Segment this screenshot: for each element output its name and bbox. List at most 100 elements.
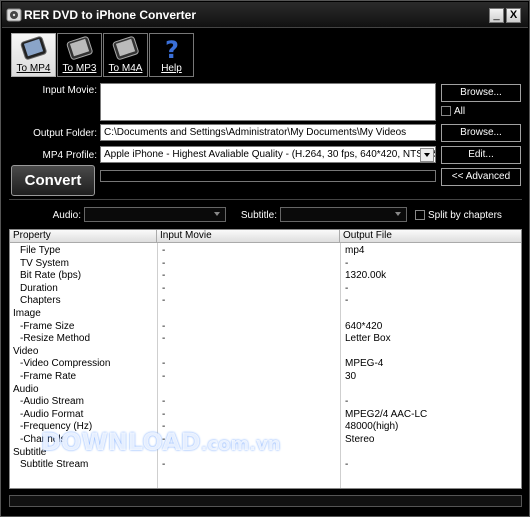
subtitle-select[interactable] xyxy=(280,207,407,222)
cell-output: MPEG-4 xyxy=(345,358,384,370)
cell-input: - xyxy=(162,320,166,332)
cell-property: Chapters xyxy=(20,295,61,307)
cell-output: 48000(high) xyxy=(345,421,399,433)
profile-value: Apple iPhone - Highest Avaliable Quality… xyxy=(104,149,435,160)
chevron-down-icon[interactable] xyxy=(212,209,224,220)
cell-input: - xyxy=(162,333,166,345)
column-header-output[interactable]: Output File xyxy=(340,230,521,243)
cell-property: -Frame Rate xyxy=(20,371,77,382)
browse-input-button[interactable]: Browse... xyxy=(441,84,521,102)
cell-property: Image xyxy=(13,308,41,319)
app-window: RER DVD to iPhone Converter _ X To MP4 T… xyxy=(0,0,530,517)
cell-input: - xyxy=(162,408,166,420)
input-movie-label: Input Movie: xyxy=(42,85,97,96)
table-row[interactable]: -Video Compression - MPEG-4 xyxy=(10,358,521,371)
iphone-icon xyxy=(112,36,139,60)
cell-input: - xyxy=(162,257,166,269)
cell-property: Bit Rate (bps) xyxy=(20,270,82,282)
cell-output: mp4 xyxy=(345,245,365,256)
tool-to-mp3[interactable]: To MP3 xyxy=(57,33,102,77)
audio-select[interactable] xyxy=(84,207,226,222)
table-row[interactable]: Duration - - xyxy=(10,283,521,296)
subtitle-label: Subtitle: xyxy=(240,210,277,221)
cell-property: TV System xyxy=(20,257,69,269)
table-row[interactable]: Audio xyxy=(10,384,521,397)
cell-output: - xyxy=(345,257,349,269)
divider xyxy=(9,199,522,200)
cell-input: - xyxy=(162,245,166,256)
cell-output: Stereo xyxy=(345,434,375,445)
cell-output: - xyxy=(345,282,349,294)
cell-property: Video xyxy=(13,345,39,357)
table-row[interactable]: Bit Rate (bps) - 1320.00k xyxy=(10,270,521,283)
tool-label: To MP4 xyxy=(16,63,51,74)
window-title: RER DVD to iPhone Converter xyxy=(24,8,197,22)
watermark: DOWNLOAD.com.vn xyxy=(41,428,281,456)
profile-label: MP4 Profile: xyxy=(42,150,97,161)
output-folder-label: Output Folder: xyxy=(33,128,97,139)
tool-label: To MP3 xyxy=(62,63,97,74)
minimize-button[interactable]: _ xyxy=(489,8,504,23)
browse-output-button[interactable]: Browse... xyxy=(441,124,521,142)
cell-input: - xyxy=(162,295,166,307)
column-header-input[interactable]: Input Movie xyxy=(157,230,340,243)
table-row[interactable]: TV System - - xyxy=(10,258,521,271)
tool-to-m4a[interactable]: To M4A xyxy=(103,33,148,77)
cell-property: File Type xyxy=(20,245,61,256)
cell-input: - xyxy=(162,282,166,294)
cell-property: Audio xyxy=(13,383,39,395)
input-movie-field[interactable] xyxy=(100,83,436,121)
cell-input: - xyxy=(162,358,166,370)
split-chapters-label: Split by chapters xyxy=(428,210,502,221)
tool-to-mp4[interactable]: To MP4 xyxy=(11,33,56,77)
cell-input: - xyxy=(162,270,166,282)
table-row[interactable]: Chapters - - xyxy=(10,295,521,308)
close-button[interactable]: X xyxy=(506,8,521,23)
cell-input: - xyxy=(162,396,166,408)
table-row[interactable]: Video xyxy=(10,346,521,359)
table-row[interactable]: -Audio Stream - - xyxy=(10,396,521,409)
cell-output: - xyxy=(345,295,349,307)
table-header: Property Input Movie Output File xyxy=(10,230,521,243)
table-row[interactable]: -Frame Size - 640*420 xyxy=(10,321,521,334)
cell-property: -Audio Stream xyxy=(20,396,84,408)
cell-output: 1320.00k xyxy=(345,270,387,282)
column-header-property[interactable]: Property xyxy=(10,230,157,243)
cell-property: Duration xyxy=(20,282,58,294)
table-row[interactable]: -Frame Rate - 30 xyxy=(10,371,521,384)
tool-label: Help xyxy=(161,63,182,74)
cell-property: -Frame Size xyxy=(20,320,75,332)
chevron-down-icon[interactable] xyxy=(393,209,405,220)
all-label: All xyxy=(454,106,466,117)
table-row[interactable]: -Audio Format - MPEG2/4 AAC-LC xyxy=(10,409,521,422)
table-row[interactable]: -Resize Method - Letter Box xyxy=(10,333,521,346)
iphone-icon xyxy=(66,36,93,60)
table-row[interactable]: Image xyxy=(10,308,521,321)
advanced-button[interactable]: << Advanced xyxy=(441,168,521,186)
table-row[interactable]: File Type - mp4 xyxy=(10,245,521,258)
cell-property: -Video Compression xyxy=(20,358,111,370)
watermark-suffix: .com.vn xyxy=(200,434,281,455)
iphone-icon xyxy=(20,36,47,60)
convert-button[interactable]: Convert xyxy=(11,165,95,196)
svg-text:?: ? xyxy=(165,36,179,62)
table-row[interactable]: Subtitle Stream - - xyxy=(10,459,521,472)
cell-output: - xyxy=(345,459,349,471)
split-chapters-checkbox[interactable] xyxy=(415,210,425,220)
progress-bar xyxy=(100,170,436,182)
watermark-main: DOWNLOAD xyxy=(41,428,201,456)
all-checkbox[interactable] xyxy=(441,106,451,116)
cell-property: Subtitle Stream xyxy=(20,459,89,471)
output-folder-field[interactable]: C:\Documents and Settings\Administrator\… xyxy=(100,124,436,141)
app-icon xyxy=(6,8,22,22)
edit-button[interactable]: Edit... xyxy=(441,146,521,164)
cell-input: - xyxy=(162,459,166,471)
cell-property: -Audio Format xyxy=(20,408,84,420)
profile-select[interactable]: Apple iPhone - Highest Avaliable Quality… xyxy=(100,146,436,163)
cell-output: 30 xyxy=(345,371,357,382)
cell-output: 640*420 xyxy=(345,320,383,332)
help-icon: ? xyxy=(165,36,179,62)
chevron-down-icon[interactable] xyxy=(420,148,434,162)
title-bar[interactable]: RER DVD to iPhone Converter _ X xyxy=(2,2,528,28)
tool-help[interactable]: ? Help xyxy=(149,33,194,77)
